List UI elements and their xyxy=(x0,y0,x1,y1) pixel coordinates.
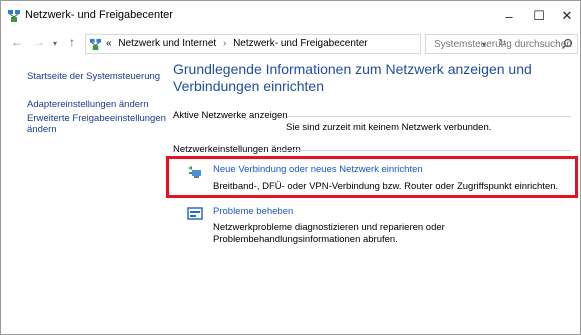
divider xyxy=(277,150,571,151)
troubleshoot-icon[interactable] xyxy=(187,206,203,222)
active-networks-label: Aktive Netzwerke anzeigen xyxy=(173,110,288,121)
recent-locations-button[interactable]: ▾ xyxy=(53,39,57,48)
breadcrumb-network-internet[interactable]: Netzwerk und Internet xyxy=(118,38,216,49)
window-title: Netzwerk- und Freigabecenter xyxy=(25,9,173,21)
troubleshoot-link[interactable]: Probleme beheben xyxy=(213,206,293,217)
breadcrumb-separator[interactable]: › xyxy=(223,38,226,49)
troubleshoot-description: Netzwerkprobleme diagnostizieren und rep… xyxy=(213,222,445,245)
close-button[interactable]: ✕ xyxy=(552,1,581,31)
up-button[interactable]: ↑ xyxy=(69,35,75,49)
navigation-bar: ← → ▾ ↑ « Netzwerk und Internet › Netzwe… xyxy=(1,31,580,57)
highlight-box xyxy=(166,156,578,198)
window: Netzwerk- und Freigabecenter – ☐ ✕ ← → ▾… xyxy=(0,0,581,335)
search-icon[interactable] xyxy=(561,38,573,50)
search-box[interactable]: Systemsteuerung durchsuchen xyxy=(425,34,578,54)
divider xyxy=(287,116,571,117)
sidebar-item-adapter-settings[interactable]: Adaptereinstellungen ändern xyxy=(27,99,148,110)
network-center-icon xyxy=(89,38,102,51)
no-network-text: Sie sind zurzeit mit keinem Netzwerk ver… xyxy=(286,122,492,133)
breadcrumb: « Netzwerk und Internet › Netzwerk- und … xyxy=(106,38,368,49)
title-bar: Netzwerk- und Freigabecenter – ☐ ✕ xyxy=(1,1,580,31)
minimize-button[interactable]: – xyxy=(494,1,524,31)
network-center-icon xyxy=(8,10,20,22)
sidebar-item-advanced-sharing[interactable]: Erweiterte Freigabeeinstellungen ändern xyxy=(27,113,167,135)
address-bar[interactable]: « Netzwerk und Internet › Netzwerk- und … xyxy=(85,34,506,54)
search-placeholder[interactable]: Systemsteuerung durchsuchen xyxy=(434,39,572,50)
sidebar-item-home[interactable]: Startseite der Systemsteuerung xyxy=(27,71,160,82)
page-title: Grundlegende Informationen zum Netzwerk … xyxy=(173,61,532,94)
breadcrumb-overflow[interactable]: « xyxy=(106,38,112,49)
forward-button[interactable]: → xyxy=(33,35,45,49)
back-button[interactable]: ← xyxy=(11,35,23,49)
maximize-button[interactable]: ☐ xyxy=(524,1,554,31)
breadcrumb-network-center[interactable]: Netzwerk- und Freigabecenter xyxy=(233,38,368,49)
